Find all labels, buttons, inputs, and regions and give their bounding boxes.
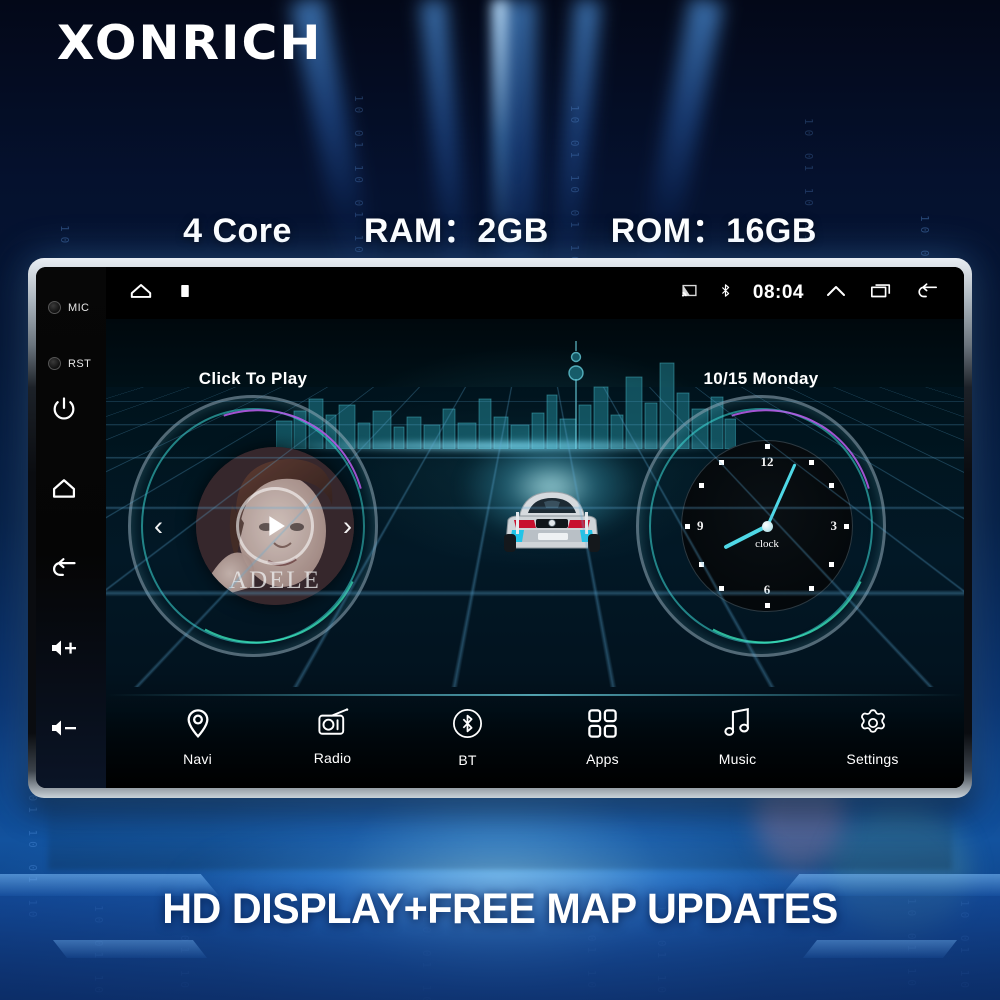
dock-label-bt: BT xyxy=(458,751,477,768)
device-screen-frame: MIC RST 08:04 Click To Play ADELE ‹ › 10… xyxy=(36,267,964,788)
clock-numeral-3: 3 xyxy=(830,518,838,533)
clock-marker xyxy=(719,586,724,591)
back-arrow-icon[interactable] xyxy=(914,280,940,307)
album-art[interactable]: ADELE xyxy=(196,447,354,605)
clock-marker xyxy=(809,586,814,591)
status-right-group: 08:04 xyxy=(681,279,940,308)
app-dock: Navi Radio BT Apps Music Settings xyxy=(106,692,964,788)
map-pin-icon xyxy=(182,707,214,744)
bluetooth-circle-icon xyxy=(451,707,484,745)
recents-icon[interactable] xyxy=(868,280,894,307)
android-screen: 08:04 Click To Play ADELE ‹ › 10/15 Mond… xyxy=(106,267,964,788)
power-button[interactable] xyxy=(50,395,78,423)
music-note-icon xyxy=(722,707,753,744)
stage-slab xyxy=(52,940,208,958)
grid-apps-icon xyxy=(587,708,618,744)
clock-marker xyxy=(764,444,770,449)
mic-hole: MIC xyxy=(48,301,89,314)
dock-item-apps[interactable]: Apps xyxy=(548,708,658,767)
dock-label-radio: Radio xyxy=(313,750,352,766)
mic-label: MIC xyxy=(68,301,90,314)
car-head-unit: MIC RST 08:04 Click To Play ADELE ‹ › 10… xyxy=(28,258,972,798)
clock-center-pin xyxy=(761,520,773,532)
dock-item-settings[interactable]: Settings xyxy=(818,707,928,767)
clock-marker xyxy=(844,523,849,529)
clock-marker xyxy=(829,562,834,567)
volume-up-button[interactable] xyxy=(50,635,78,663)
play-icon xyxy=(269,516,285,536)
promo-banner: HD DISPLAY+FREE MAP UPDATES xyxy=(162,885,838,933)
clock-marker xyxy=(719,460,724,465)
date-caption: 10/15 Monday xyxy=(703,369,819,388)
spec-ram: RAM：2GB xyxy=(363,212,549,250)
cast-icon[interactable] xyxy=(681,282,698,304)
clock-face-label: clock xyxy=(755,538,779,550)
status-clock: 08:04 xyxy=(752,282,804,303)
clock-numeral-9: 9 xyxy=(697,518,704,533)
play-button[interactable] xyxy=(236,487,314,565)
clock-numeral-12: 12 xyxy=(760,454,774,469)
prev-track-button[interactable]: ‹ xyxy=(154,513,163,540)
bluetooth-icon[interactable] xyxy=(718,281,733,305)
clock-numeral-6: 6 xyxy=(763,582,771,597)
stop-square-icon[interactable] xyxy=(176,280,194,307)
clock-marker xyxy=(685,523,690,529)
radio-icon xyxy=(316,708,350,743)
home-icon[interactable] xyxy=(128,278,154,309)
chevron-up-icon[interactable] xyxy=(824,279,848,308)
analog-clock-face: 12 3 6 9 clock xyxy=(681,440,853,612)
status-bar: 08:04 xyxy=(106,267,964,319)
spec-cores: 4 Core xyxy=(183,212,292,250)
clock-marker xyxy=(829,483,834,488)
spec-rom: ROM：16GB xyxy=(610,212,817,250)
music-widget-caption: Click To Play xyxy=(198,369,308,388)
mic-hole-dot xyxy=(48,301,61,314)
reset-label: RST xyxy=(68,357,92,370)
spec-row: 4 Core RAM：2GB ROM：16GB xyxy=(0,203,1000,252)
dock-label-apps: Apps xyxy=(586,750,619,767)
brand-logo: XONRICH xyxy=(56,16,323,71)
dock-item-radio[interactable]: Radio xyxy=(278,708,388,766)
volume-down-button[interactable] xyxy=(50,715,78,743)
reset-hole[interactable]: RST xyxy=(48,357,91,370)
dock-label-navi: Navi xyxy=(183,751,212,767)
clock-marker xyxy=(809,460,814,465)
status-left-group xyxy=(128,278,194,309)
gear-icon xyxy=(857,707,889,744)
device-reflection xyxy=(48,800,952,870)
clock-widget[interactable]: 12 3 6 9 clock xyxy=(606,369,916,683)
car-illustration xyxy=(488,472,616,562)
dock-item-music[interactable]: Music xyxy=(683,707,793,767)
dock-item-navi[interactable]: Navi xyxy=(143,707,253,767)
side-control-strip: MIC RST xyxy=(36,267,106,788)
reset-hole-dot[interactable] xyxy=(48,357,61,370)
album-title: ADELE xyxy=(229,567,321,594)
clock-marker xyxy=(699,483,704,488)
device-bezel: MIC RST 08:04 Click To Play ADELE ‹ › 10… xyxy=(28,258,972,798)
dock-label-settings: Settings xyxy=(846,751,899,767)
next-track-button[interactable]: › xyxy=(343,513,352,540)
clock-marker xyxy=(764,603,770,608)
back-button[interactable] xyxy=(50,555,78,583)
music-widget[interactable]: ADELE ‹ › xyxy=(106,369,408,683)
dock-item-bt[interactable]: BT xyxy=(413,707,523,768)
clock-marker xyxy=(699,562,704,567)
stage-slab xyxy=(802,940,958,958)
dock-label-music: Music xyxy=(718,751,757,767)
home-button[interactable] xyxy=(50,475,78,503)
clock-minute-hand xyxy=(765,463,797,527)
